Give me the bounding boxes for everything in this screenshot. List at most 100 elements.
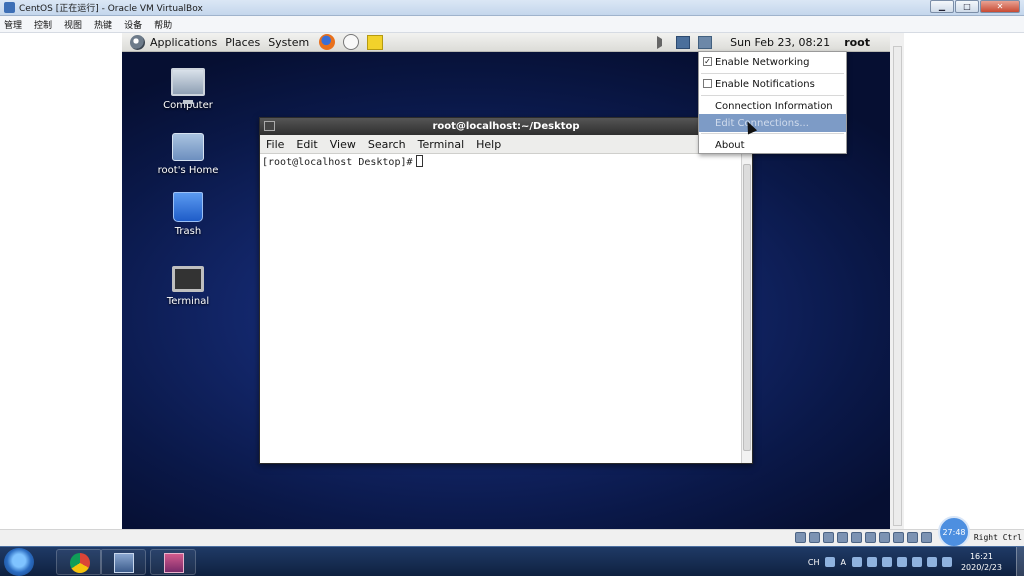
shell-prompt: [root@localhost Desktop]# (262, 157, 413, 168)
menu-item-label: Enable Networking (715, 56, 810, 68)
shared-folder-icon[interactable] (865, 532, 876, 543)
desktop-icon-home[interactable]: root's Home (143, 133, 233, 176)
host-key-label: Right Ctrl (973, 533, 1022, 542)
network-adapter-icon[interactable] (837, 532, 848, 543)
menu-item-edit-connections[interactable]: Edit Connections... (699, 114, 846, 132)
network-icon[interactable] (676, 36, 691, 49)
update-icon[interactable] (698, 36, 713, 49)
places-menu[interactable]: Places (225, 36, 260, 49)
taskbar-date: 2020/2/23 (960, 563, 1002, 572)
applications-menu[interactable]: Applications (130, 34, 218, 50)
text-cursor (415, 155, 423, 167)
menu-item-about[interactable]: About (699, 135, 846, 155)
menu-separator (701, 133, 844, 134)
terminal-menu-search[interactable]: Search (368, 138, 406, 151)
desktop-icon-label: Trash (174, 226, 202, 237)
firefox-launcher-icon[interactable] (319, 34, 336, 50)
tray-app-icon[interactable] (881, 557, 892, 567)
terminal-scrollbar[interactable] (741, 154, 752, 463)
window-menu-icon[interactable] (264, 121, 275, 131)
start-button[interactable] (4, 548, 34, 576)
desktop-icon-label: Terminal (166, 296, 210, 307)
menu-control[interactable]: 控制 (34, 18, 52, 31)
mouse-integration-icon[interactable] (921, 532, 932, 543)
checkbox-checked-icon: ✓ (703, 57, 712, 66)
usb-icon[interactable] (851, 532, 862, 543)
input-method-icon[interactable] (825, 557, 836, 567)
terminal-text-area[interactable]: [root@localhost Desktop]# (260, 154, 741, 463)
menu-view[interactable]: 视图 (64, 18, 82, 31)
windows-taskbar: CH A 16:21 2020/2/23 (0, 546, 1024, 577)
menu-item-enable-networking[interactable]: ✓ Enable Networking (699, 52, 846, 72)
cpu-icon[interactable] (907, 532, 918, 543)
menu-item-enable-notifications[interactable]: Enable Notifications (699, 74, 846, 94)
harddisk-icon[interactable] (795, 532, 806, 543)
terminal-menu-view[interactable]: View (330, 138, 356, 151)
menu-item-connection-information[interactable]: Connection Information (699, 96, 846, 116)
terminal-title: root@localhost:~/Desktop (432, 121, 580, 132)
volume-icon[interactable] (657, 36, 663, 49)
panel-tray: Sun Feb 23, 08:21 root (657, 33, 890, 52)
network-tray-icon[interactable] (911, 557, 922, 567)
vm-vertical-scrollbar[interactable] (893, 46, 902, 526)
taskbar-chrome[interactable] (56, 549, 102, 575)
close-button[interactable]: ✕ (980, 0, 1020, 13)
input-mode[interactable]: A (840, 558, 845, 567)
terminal-menu-file[interactable]: File (266, 138, 284, 151)
desktop-icon-trash[interactable]: Trash (143, 192, 233, 237)
settings-icon[interactable] (866, 557, 877, 567)
gnome-foot-icon (130, 34, 145, 50)
desktop-icon-terminal[interactable]: Terminal (143, 266, 233, 307)
taskbar-winrar[interactable] (150, 549, 196, 575)
network-dropdown-menu: ✓ Enable Networking Enable Notifications… (698, 51, 847, 154)
desktop-icon-computer[interactable]: Computer (143, 68, 233, 111)
shield-icon[interactable] (941, 557, 952, 567)
menu-hotkeys[interactable]: 热键 (94, 18, 112, 31)
help-icon[interactable] (851, 557, 862, 567)
menu-item-label: Connection Information (715, 100, 833, 112)
menu-help[interactable]: 帮助 (154, 18, 172, 31)
menu-item-label: Enable Notifications (715, 78, 815, 90)
winrar-icon (164, 553, 184, 573)
terminal-menu-terminal[interactable]: Terminal (418, 138, 465, 151)
system-menu[interactable]: System (268, 36, 309, 49)
display-icon[interactable] (879, 532, 890, 543)
virtualbox-title-bar: CentOS [正在运行] - Oracle VM VirtualBox ▁ □… (0, 0, 1024, 16)
window-controls: ▁ □ ✕ (930, 0, 1020, 14)
menu-manage[interactable]: 管理 (4, 18, 22, 31)
scrollbar-thumb[interactable] (743, 164, 751, 451)
taskbar-virtualbox[interactable] (100, 549, 146, 575)
taskbar-clock[interactable]: 16:21 2020/2/23 (961, 551, 1002, 573)
mail-launcher-icon[interactable] (343, 34, 360, 50)
system-tray: CH A 16:21 2020/2/23 (808, 547, 1024, 577)
notes-launcher-icon[interactable] (367, 34, 384, 50)
input-language[interactable]: CH (808, 558, 820, 567)
menu-devices[interactable]: 设备 (124, 18, 142, 31)
show-desktop-button[interactable] (1016, 547, 1024, 577)
audio-icon[interactable] (823, 532, 834, 543)
home-folder-icon (172, 133, 204, 161)
terminal-menu-help[interactable]: Help (476, 138, 501, 151)
applications-label: Applications (150, 35, 218, 49)
minimize-button[interactable]: ▁ (930, 0, 954, 13)
desktop-icon-label: root's Home (157, 165, 219, 176)
terminal-menu-bar: File Edit View Search Terminal Help (260, 135, 752, 154)
panel-user[interactable]: root (844, 36, 870, 49)
computer-icon (171, 68, 205, 104)
menu-item-label: Edit Connections... (715, 117, 809, 129)
volume-tray-icon[interactable] (926, 557, 937, 567)
terminal-menu-edit[interactable]: Edit (296, 138, 317, 151)
terminal-title-bar[interactable]: root@localhost:~/Desktop (260, 118, 752, 135)
optical-drive-icon[interactable] (809, 532, 820, 543)
security-icon[interactable] (896, 557, 907, 567)
video-capture-icon[interactable] (893, 532, 904, 543)
maximize-button[interactable]: □ (955, 0, 979, 13)
virtualbox-icon (114, 553, 134, 573)
status-device-icons (795, 532, 932, 543)
panel-clock[interactable]: Sun Feb 23, 08:21 (730, 36, 830, 49)
recording-timer-badge[interactable]: 27:48 (938, 516, 970, 548)
places-label: Places (225, 35, 261, 49)
window-title: CentOS [正在运行] - Oracle VM VirtualBox (19, 4, 203, 14)
taskbar-time: 16:21 (969, 552, 994, 561)
gnome-top-panel: Applications Places System Sun Feb 23, 0… (122, 33, 890, 52)
